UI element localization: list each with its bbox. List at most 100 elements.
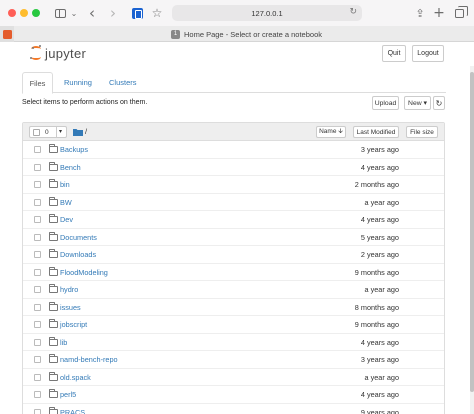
new-tab-icon[interactable]: + [433,5,445,21]
forward-arrow-icon[interactable]: › [107,4,119,22]
row-checkbox[interactable] [34,373,41,381]
sidebar-toggle-icon[interactable] [52,5,68,21]
folder-link[interactable]: namd-bench-repo [60,355,118,364]
folder-link[interactable]: BW [60,198,72,207]
reload-icon[interactable]: ↻ [349,7,357,17]
last-modified: 3 years ago [360,145,399,154]
last-modified: 9 months ago [354,320,399,329]
row-checkbox[interactable] [34,408,41,414]
file-list-row[interactable]: old.spack a year ago [23,369,444,386]
file-list-row[interactable]: Dev 4 years ago [23,211,444,229]
file-list-row[interactable]: Downloads 2 years ago [23,246,444,264]
file-list-row[interactable]: Documents 5 years ago [23,229,444,246]
scrollbar-thumb[interactable] [470,72,474,392]
select-all-checkbox[interactable] [33,128,40,136]
folder-link[interactable]: Downloads [60,250,96,259]
breadcrumb-path: / [85,127,88,136]
tab-overview-icon[interactable] [453,5,468,21]
extension-icon[interactable] [131,5,143,21]
folder-link[interactable]: Backups [60,145,88,154]
new-dropdown-button[interactable]: New ▾ [404,96,431,110]
row-checkbox[interactable] [34,356,41,363]
minimize-window-button[interactable] [20,9,28,17]
tab-number-badge: 1 [171,29,180,39]
row-checkbox[interactable] [34,233,41,241]
folder-link[interactable]: Documents [60,233,97,242]
folder-link[interactable]: lib [60,338,67,347]
last-modified: 8 months ago [354,302,399,312]
main-content: Files Running Clusters Select items to p… [22,72,446,414]
folder-link[interactable]: Bench [60,163,81,172]
row-checkbox[interactable] [34,391,41,398]
row-checkbox[interactable] [34,198,41,206]
file-list-row[interactable]: perl5 4 years ago [23,386,444,404]
select-all-dropdown[interactable]: 0 ▾ [29,126,67,138]
row-checkbox[interactable] [34,251,41,258]
folder-link[interactable]: issues [60,303,81,312]
folder-link[interactable]: perl5 [60,390,76,399]
sort-by-name-button[interactable]: Name 🡫 [316,126,346,138]
chevron-down-icon[interactable]: ▾ [59,127,62,137]
file-list-row[interactable]: Backups 3 years ago [23,141,444,159]
chevron-down-icon[interactable]: ⌄ [70,5,78,21]
folder-icon [49,301,58,311]
tab-title: Home Page - Select or create a notebook [184,29,322,39]
file-list-row[interactable]: namd-bench-repo 3 years ago [23,351,444,369]
tab-files[interactable]: Files [22,72,53,94]
row-checkbox[interactable] [34,321,41,328]
logout-button[interactable]: Logout [412,45,444,62]
tab-running[interactable]: Running [64,72,92,93]
file-list-row[interactable]: issues 8 months ago [23,299,444,316]
row-checkbox[interactable] [34,163,41,171]
tab-bar: Files Running Clusters [22,72,446,94]
last-modified: 5 years ago [360,232,399,242]
file-list-row[interactable]: BW a year ago [23,194,444,211]
refresh-icon[interactable]: ↻ [433,96,445,110]
folder-link[interactable]: old.spack [60,373,91,382]
row-checkbox[interactable] [34,216,41,223]
row-checkbox[interactable] [34,338,41,346]
folder-link[interactable]: bin [60,180,70,189]
row-checkbox[interactable] [34,303,41,311]
folder-link[interactable]: hydro [60,285,78,294]
folder-link[interactable]: Dev [60,215,73,224]
address-bar[interactable]: 127.0.0.1 ↻ [172,5,362,21]
file-list-row[interactable]: hydro a year ago [23,281,444,299]
folder-link[interactable]: jobscript [60,320,87,329]
row-checkbox[interactable] [34,181,41,188]
last-modified: 4 years ago [360,337,399,347]
breadcrumb[interactable]: / [73,127,87,136]
back-arrow-icon[interactable]: ‹ [86,4,98,22]
favicon-icon [2,29,12,39]
folder-link[interactable]: FloodModeling [60,268,108,277]
folder-icon [49,231,58,241]
quit-button[interactable]: Quit [382,45,406,62]
folder-link[interactable]: PRACS [60,408,85,414]
page-scrollbar[interactable] [470,66,474,414]
file-list-row[interactable]: jobscript 9 months ago [23,316,444,334]
star-icon[interactable]: ☆ [151,5,163,21]
file-list-row[interactable]: lib 4 years ago [23,334,444,351]
selected-count: 0 [45,128,49,136]
zoom-window-button[interactable] [32,9,40,17]
file-list-row[interactable]: bin 2 months ago [23,176,444,194]
upload-button[interactable]: Upload [372,96,399,110]
folder-icon [49,196,58,206]
row-checkbox[interactable] [34,146,41,153]
jupyter-logo[interactable]: jupyter [30,45,86,61]
tab-clusters[interactable]: Clusters [109,72,137,93]
file-list-row[interactable]: Bench 4 years ago [23,159,444,176]
folder-icon [49,371,58,381]
row-checkbox[interactable] [34,286,41,293]
folder-icon [49,179,58,188]
sort-by-last-modified-button[interactable]: Last Modified [353,126,399,138]
pinned-tab[interactable] [0,26,14,42]
file-list-row[interactable]: FloodModeling 9 months ago [23,264,444,281]
last-modified: 4 years ago [360,162,399,172]
sort-by-file-size-button[interactable]: File size [406,126,438,138]
row-checkbox[interactable] [34,268,41,276]
close-window-button[interactable] [8,9,16,17]
file-list-row[interactable]: PRACS 9 years ago [23,404,444,414]
browser-tab-active[interactable]: 1 Home Page - Select or create a noteboo… [171,28,322,40]
share-icon[interactable]: ⇪ [414,5,426,21]
